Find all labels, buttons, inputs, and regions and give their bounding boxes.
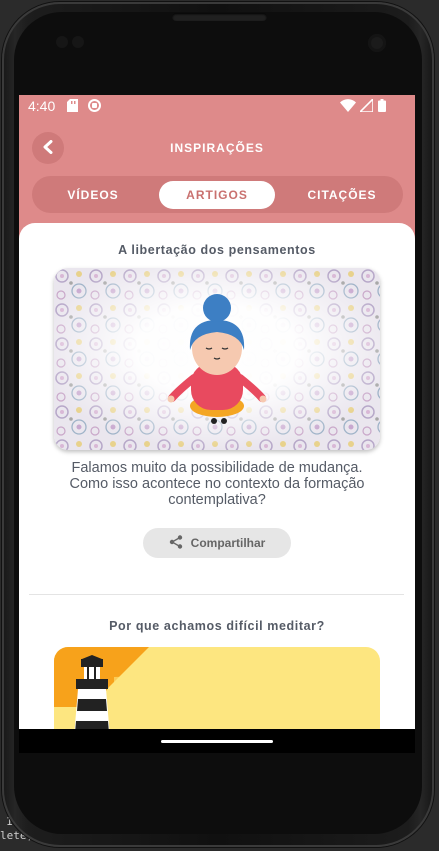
- tab-bar: VÍDEOS ARTIGOS CITAÇÕES: [32, 176, 403, 213]
- app-screen: 4:40 INSPIRAÇÕES VÍDEOS ARTIGOS CITAÇÕES…: [19, 95, 415, 753]
- share-icon: [169, 534, 183, 552]
- article-image[interactable]: [54, 268, 380, 450]
- tab-citacoes[interactable]: CITAÇÕES: [290, 181, 394, 209]
- description-line: Falamos muito da possibilidade de mudanç…: [71, 460, 363, 476]
- article-divider: [29, 594, 404, 595]
- share-label: Compartilhar: [190, 536, 266, 550]
- description-line: Como isso acontece no contexto da formaç…: [69, 476, 365, 492]
- battery-icon: [378, 99, 386, 116]
- share-button[interactable]: Compartilhar: [143, 528, 291, 558]
- front-camera: [368, 34, 386, 52]
- home-gesture-pill[interactable]: [161, 740, 273, 743]
- system-navigation-bar: [19, 729, 415, 753]
- status-bar: 4:40: [19, 95, 415, 119]
- meditating-woman-illustration: [54, 268, 380, 450]
- wifi-icon: [340, 99, 356, 116]
- page-title: INSPIRAÇÕES: [170, 141, 264, 155]
- status-time: 4:40: [28, 98, 56, 114]
- proximity-sensor: [56, 36, 68, 48]
- article-title: A libertação dos pensamentos: [118, 243, 316, 257]
- sd-card-icon: [67, 99, 78, 116]
- light-sensor: [72, 36, 84, 48]
- tab-videos[interactable]: VÍDEOS: [42, 181, 144, 209]
- tab-artigos[interactable]: ARTIGOS: [159, 181, 275, 209]
- android-debug-icon: [88, 99, 101, 116]
- article-description: Falamos muito da possibilidade de mudanç…: [49, 460, 385, 508]
- signal-icon: [358, 97, 374, 116]
- article-title: Por que achamos difícil meditar?: [109, 619, 325, 633]
- articles-list[interactable]: A libertação dos pensamentos Falamos mui…: [19, 223, 415, 753]
- description-line: contemplativa?: [168, 492, 266, 508]
- earpiece-speaker: [172, 13, 267, 21]
